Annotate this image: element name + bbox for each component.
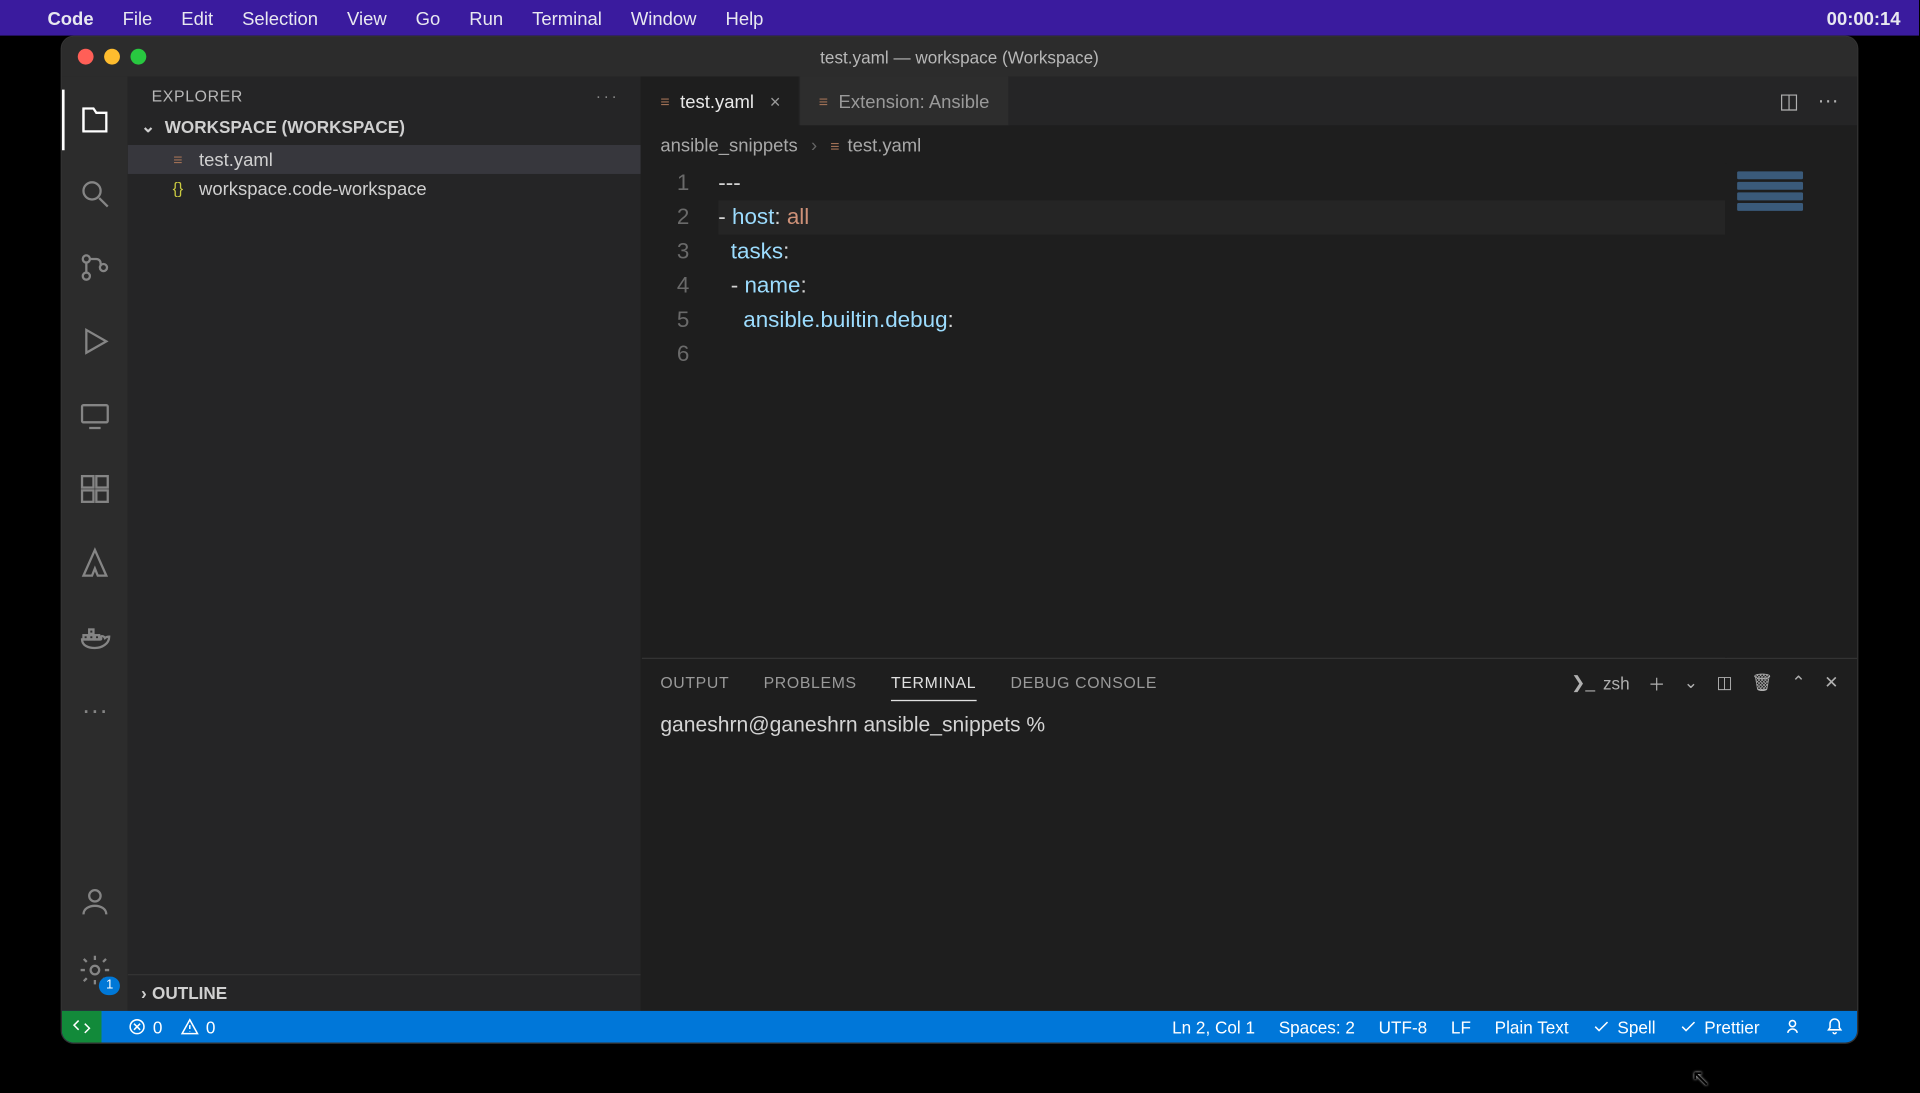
menu-view[interactable]: View	[347, 7, 387, 28]
status-language-mode[interactable]: Plain Text	[1495, 1017, 1569, 1037]
terminal-split-chevron-icon[interactable]: ⌄	[1684, 672, 1698, 693]
chevron-right-icon: ›	[141, 983, 147, 1003]
new-terminal-icon[interactable]: ＋	[1648, 670, 1665, 695]
menu-window[interactable]: Window	[631, 7, 697, 28]
terminal-prompt: ganeshrn@ganeshrn ansible_snippets %	[660, 714, 1045, 736]
tab-icon: ≡	[819, 92, 828, 110]
menu-app[interactable]: Code	[47, 7, 93, 28]
sidebar: EXPLORER ··· ⌄ WORKSPACE (WORKSPACE) ≡ te…	[128, 76, 642, 1010]
editor-area: ≡test.yaml×≡Extension: Ansible ◫ ··· ans…	[642, 76, 1857, 1010]
breadcrumb-segment[interactable]: ansible_snippets	[660, 134, 797, 155]
status-feedback-icon[interactable]	[1783, 1017, 1801, 1035]
file-name: test.yaml	[199, 149, 273, 170]
status-encoding[interactable]: UTF-8	[1379, 1017, 1428, 1037]
bottom-panel: OUTPUT PROBLEMS TERMINAL DEBUG CONSOLE ❯_ z…	[642, 658, 1857, 1011]
outline-header[interactable]: › OUTLINE	[128, 974, 641, 1011]
editor-tab[interactable]: ≡ test.yaml ×	[642, 76, 800, 125]
azure-icon[interactable]	[62, 532, 128, 593]
panel-tabs: OUTPUT PROBLEMS TERMINAL DEBUG CONSOLE ❯_ z…	[642, 659, 1857, 706]
editor-tab-actions: ◫ ···	[1761, 76, 1857, 125]
menu-file[interactable]: File	[123, 7, 153, 28]
terminal-shell-selector[interactable]: ❯_ zsh	[1571, 672, 1629, 693]
settings-gear-icon[interactable]: 1	[62, 940, 128, 1001]
settings-badge: 1	[99, 977, 120, 995]
status-warnings[interactable]: 0	[181, 1017, 216, 1037]
workspace-header[interactable]: ⌄ WORKSPACE (WORKSPACE)	[128, 111, 641, 143]
outline-label: OUTLINE	[152, 983, 227, 1003]
close-panel-icon[interactable]: ✕	[1824, 672, 1838, 693]
menu-help[interactable]: Help	[725, 7, 763, 28]
menu-go[interactable]: Go	[416, 7, 441, 28]
tab-icon: ≡	[660, 92, 669, 110]
panel-tab[interactable]: OUTPUT	[660, 666, 729, 700]
panel-tab[interactable]: DEBUG CONSOLE	[1011, 666, 1158, 700]
tab-label: test.yaml	[680, 90, 754, 111]
file-icon: ≡	[167, 150, 188, 168]
tab-close-icon[interactable]: ×	[770, 90, 781, 111]
sidebar-title: EXPLORER	[152, 87, 243, 105]
split-editor-icon[interactable]: ◫	[1779, 88, 1799, 114]
panel-tab[interactable]: TERMINAL	[891, 665, 976, 701]
breadcrumb-segment[interactable]: ≡test.yaml	[830, 134, 921, 155]
minimap[interactable]	[1725, 163, 1857, 657]
window-maximize-button[interactable]	[130, 49, 146, 65]
more-actions-icon[interactable]: ···	[1818, 89, 1839, 113]
extensions-icon[interactable]	[62, 459, 128, 520]
kill-terminal-icon[interactable]: 🗑	[1751, 672, 1773, 693]
remote-explorer-icon[interactable]	[62, 385, 128, 446]
code-editor[interactable]: 123456 ---- host: all tasks: - name: ans…	[642, 163, 1725, 657]
breadcrumb-icon: ≡	[830, 137, 839, 155]
explorer-icon[interactable]	[62, 90, 128, 151]
file-item[interactable]: {} workspace.code-workspace	[128, 174, 641, 203]
overflow-icon[interactable]: ···	[62, 680, 128, 741]
file-list: ≡ test.yaml {} workspace.code-workspace	[128, 142, 641, 203]
file-item[interactable]: ≡ test.yaml	[128, 145, 641, 174]
status-notifications-icon[interactable]	[1825, 1017, 1843, 1035]
split-terminal-icon[interactable]: ◫	[1717, 672, 1733, 693]
window-minimize-button[interactable]	[104, 49, 120, 65]
chevron-down-icon: ⌄	[141, 116, 159, 137]
status-errors[interactable]: 0	[128, 1017, 163, 1037]
status-cursor-position[interactable]: Ln 2, Col 1	[1172, 1017, 1255, 1037]
menu-edit[interactable]: Edit	[181, 7, 213, 28]
docker-icon[interactable]	[62, 606, 128, 667]
line-gutter: 123456	[642, 166, 718, 658]
menu-run[interactable]: Run	[469, 7, 503, 28]
status-eol[interactable]: LF	[1451, 1017, 1471, 1037]
window-title: test.yaml — workspace (Workspace)	[62, 47, 1857, 67]
status-bar: 0 0 Ln 2, Col 1 Spaces: 2 UTF-8 LF Plain…	[62, 1011, 1857, 1043]
run-debug-icon[interactable]	[62, 311, 128, 372]
remote-indicator[interactable]	[62, 1011, 102, 1043]
mac-menubar: Code File Edit Selection View Go Run Ter…	[0, 0, 1919, 36]
menubar-clock: 00:00:14	[1827, 7, 1901, 28]
status-indentation[interactable]: Spaces: 2	[1279, 1017, 1355, 1037]
editor-tabs: ≡ test.yaml × ≡ Extension: Ansible ◫ ···	[642, 76, 1857, 126]
maximize-panel-icon[interactable]: ⌃	[1791, 672, 1805, 693]
terminal-shell-name: zsh	[1603, 673, 1630, 693]
mouse-cursor: ↖	[1691, 1065, 1711, 1093]
source-control-icon[interactable]	[62, 237, 128, 298]
terminal-content[interactable]: ganeshrn@ganeshrn ansible_snippets %	[642, 706, 1857, 1010]
file-name: workspace.code-workspace	[199, 178, 427, 199]
window-close-button[interactable]	[78, 49, 94, 65]
workspace-name: WORKSPACE (WORKSPACE)	[165, 117, 405, 137]
editor-tab[interactable]: ≡ Extension: Ansible	[800, 76, 1009, 125]
activity-bar: ··· 1	[62, 76, 128, 1010]
breadcrumb[interactable]: ansible_snippets›≡test.yaml	[642, 127, 1857, 164]
menu-selection[interactable]: Selection	[242, 7, 318, 28]
code-content[interactable]: ---- host: all tasks: - name: ansible.bu…	[718, 166, 1725, 658]
terminal-icon: ❯_	[1571, 672, 1595, 693]
menu-terminal[interactable]: Terminal	[532, 7, 602, 28]
sidebar-more-icon[interactable]: ···	[596, 87, 620, 105]
accounts-icon[interactable]	[62, 871, 128, 932]
status-prettier[interactable]: Prettier	[1679, 1017, 1759, 1037]
tab-label: Extension: Ansible	[839, 90, 990, 111]
status-spell[interactable]: Spell	[1592, 1017, 1655, 1037]
titlebar: test.yaml — workspace (Workspace)	[62, 37, 1857, 77]
vscode-window: test.yaml — workspace (Workspace) ··· 1 …	[61, 36, 1859, 1044]
panel-tab[interactable]: PROBLEMS	[764, 666, 857, 700]
file-icon: {}	[167, 179, 188, 197]
search-icon[interactable]	[62, 163, 128, 224]
